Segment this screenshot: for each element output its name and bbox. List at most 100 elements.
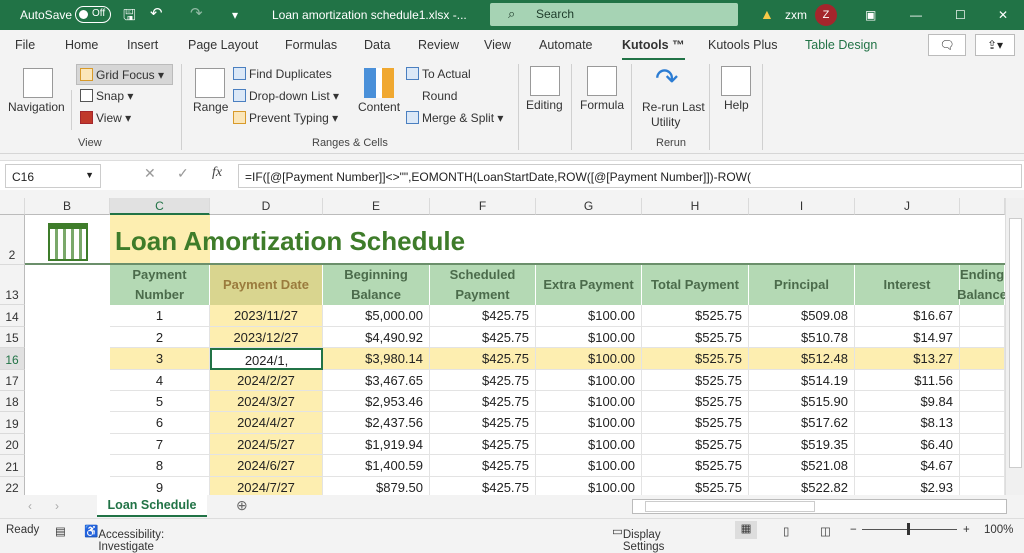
table-cell[interactable]: $525.75	[642, 477, 749, 495]
tab-table-design[interactable]: Table Design	[805, 38, 877, 52]
table-cell[interactable]: $6.40	[855, 434, 960, 455]
table-cell[interactable]	[960, 391, 1005, 412]
table-cell[interactable]: $521.08	[749, 455, 855, 477]
zoom-slider[interactable]	[862, 523, 957, 535]
table-cell[interactable]: 2024/3/27	[210, 391, 323, 412]
payment-number-cell[interactable]: 4	[110, 370, 210, 391]
column-header-g[interactable]: G	[536, 198, 642, 215]
table-cell[interactable]: $14.97	[855, 327, 960, 348]
table-cell[interactable]: $1,400.59	[323, 455, 430, 477]
prevent-typing-button[interactable]: Prevent Typing ▾	[233, 111, 338, 125]
table-cell[interactable]: $425.75	[430, 477, 536, 495]
table-cell[interactable]: 2024/2/27	[210, 370, 323, 391]
share-button[interactable]: ⇪▾	[975, 34, 1015, 56]
table-cell[interactable]: $5,000.00	[323, 305, 430, 327]
payment-number-cell[interactable]: 6	[110, 412, 210, 434]
column-header-e[interactable]: E	[323, 198, 430, 215]
editing-button[interactable]: Editing	[526, 98, 563, 112]
table-cell[interactable]: $517.62	[749, 412, 855, 434]
table-cell[interactable]: 2023/11/27	[210, 305, 323, 327]
table-cell[interactable]	[960, 477, 1005, 495]
payment-number-cell[interactable]: 8	[110, 455, 210, 477]
payment-number-cell[interactable]: 3	[110, 348, 210, 370]
column-header-d[interactable]: D	[210, 198, 323, 215]
table-cell[interactable]: $510.78	[749, 327, 855, 348]
tab-home[interactable]: Home	[65, 38, 98, 52]
snap-button[interactable]: Snap ▾	[80, 89, 133, 103]
formula-input[interactable]: =IF([@[Payment Number]]<>"",EOMONTH(Loan…	[238, 164, 1022, 188]
page-break-icon[interactable]: ◫	[820, 524, 831, 538]
display-settings[interactable]: ▭ Display Settings	[612, 524, 664, 553]
minimize-icon[interactable]: —	[910, 8, 922, 22]
table-cell[interactable]: $525.75	[642, 348, 749, 370]
row-header-22[interactable]: 22	[0, 477, 25, 495]
table-cell[interactable]: $9.84	[855, 391, 960, 412]
rerun-button[interactable]: Re-run Last	[642, 100, 705, 114]
table-cell[interactable]: $425.75	[430, 455, 536, 477]
payment-number-cell[interactable]: 9	[110, 477, 210, 495]
table-cell[interactable]: $16.67	[855, 305, 960, 327]
worksheet-grid[interactable]: B C D E F G H I J 2 13 14 15 16 17 18 19 20 21 22 Loan Amort…	[0, 198, 1005, 495]
column-header-c[interactable]: C	[110, 198, 210, 215]
column-header-i[interactable]: I	[749, 198, 855, 215]
zoom-in-icon[interactable]: +	[963, 524, 970, 536]
table-cell[interactable]	[960, 434, 1005, 455]
table-cell[interactable]: 2023/12/27	[210, 327, 323, 348]
round-button[interactable]: Round	[406, 89, 457, 103]
select-all-corner[interactable]	[0, 198, 25, 215]
row-header-18[interactable]: 18	[0, 391, 25, 412]
column-header-k[interactable]	[960, 198, 1005, 215]
next-sheet-icon[interactable]: ›	[55, 499, 59, 513]
table-cell[interactable]: $4.67	[855, 455, 960, 477]
content-button[interactable]: Content	[358, 100, 400, 114]
close-icon[interactable]: ✕	[998, 8, 1008, 22]
row-header-15[interactable]: 15	[0, 327, 25, 348]
payment-number-cell[interactable]: 1	[110, 305, 210, 327]
table-cell[interactable]: $509.08	[749, 305, 855, 327]
dropdown-list-button[interactable]: Drop-down List ▾	[233, 89, 339, 103]
redo-icon[interactable]: ↷	[190, 4, 203, 22]
tab-kutools-plus[interactable]: Kutools Plus	[708, 38, 777, 52]
view-button[interactable]: View ▾	[80, 111, 131, 125]
table-cell[interactable]: $100.00	[536, 305, 642, 327]
table-cell[interactable]: $100.00	[536, 412, 642, 434]
range-button[interactable]: Range	[193, 100, 228, 114]
table-cell[interactable]: $519.35	[749, 434, 855, 455]
table-cell[interactable]: $100.00	[536, 348, 642, 370]
table-cell[interactable]: $525.75	[642, 455, 749, 477]
table-cell[interactable]	[960, 305, 1005, 327]
table-cell[interactable]: $100.00	[536, 434, 642, 455]
table-cell[interactable]: 2024/6/27	[210, 455, 323, 477]
horizontal-scrollbar[interactable]	[632, 499, 1007, 514]
table-cell[interactable]: $100.00	[536, 477, 642, 495]
column-header-h[interactable]: H	[642, 198, 749, 215]
table-cell[interactable]: $522.82	[749, 477, 855, 495]
tab-page-layout[interactable]: Page Layout	[188, 38, 258, 52]
zoom-level[interactable]: 100%	[984, 524, 1013, 536]
table-cell[interactable]: $425.75	[430, 434, 536, 455]
table-cell[interactable]: $512.48	[749, 348, 855, 370]
tab-view[interactable]: View	[484, 38, 511, 52]
table-cell[interactable]: $1,919.94	[323, 434, 430, 455]
payment-number-cell[interactable]: 2	[110, 327, 210, 348]
table-cell[interactable]: $11.56	[855, 370, 960, 391]
autosave-toggle[interactable]: Off	[75, 6, 111, 23]
merge-split-button[interactable]: Merge & Split ▾	[406, 111, 503, 125]
table-cell[interactable]: $3,980.14	[323, 348, 430, 370]
table-cell[interactable]: $525.75	[642, 412, 749, 434]
table-cell[interactable]: $525.75	[642, 370, 749, 391]
name-box[interactable]: C16 ▼	[5, 164, 101, 188]
prev-sheet-icon[interactable]: ‹	[28, 499, 32, 513]
avatar[interactable]: Z	[815, 4, 837, 26]
table-cell[interactable]: $2,437.56	[323, 412, 430, 434]
customize-icon[interactable]: ▾	[232, 8, 238, 22]
table-cell[interactable]: $525.75	[642, 434, 749, 455]
column-header-b[interactable]: B	[25, 198, 110, 215]
table-cell[interactable]: $525.75	[642, 391, 749, 412]
tab-formulas[interactable]: Formulas	[285, 38, 337, 52]
zoom-out-icon[interactable]: −	[850, 524, 857, 536]
table-cell[interactable]: $425.75	[430, 327, 536, 348]
formula-button[interactable]: Formula	[580, 98, 624, 112]
row-header-2[interactable]: 2	[0, 215, 25, 265]
table-cell[interactable]	[960, 348, 1005, 370]
